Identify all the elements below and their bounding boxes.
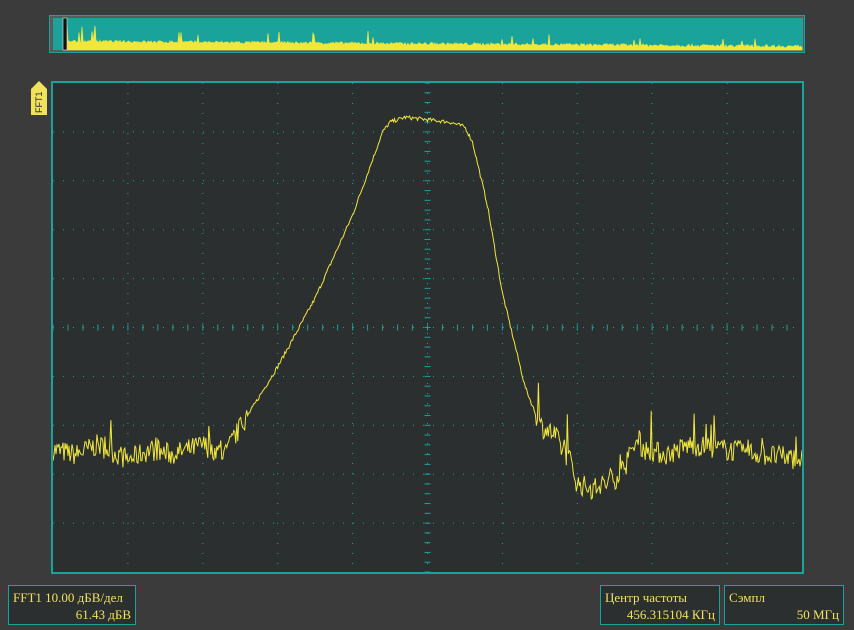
overview-strip[interactable] [49, 15, 805, 53]
center-frequency-value: 456.315104 КГц [626, 607, 715, 622]
channel-scale-line: FFT1 10.00 дБВ/дел [13, 589, 123, 606]
overview-window-marker[interactable] [62, 17, 68, 51]
sample-rate-label: Сэмпл [729, 590, 765, 605]
channel-offset-value: 61.43 дБВ [75, 607, 131, 622]
sample-rate-value: 50 МГц [796, 607, 839, 622]
center-frequency-label: Центр частоты [605, 590, 688, 605]
channel-scale-value: 10.00 дБВ/дел [45, 590, 123, 605]
channel-label: FFT1 [13, 590, 42, 605]
scope-screen[interactable] [51, 81, 804, 574]
fft-plot [53, 83, 802, 572]
overview-spectrum [53, 17, 803, 51]
fft1-channel-marker[interactable]: FFT1 [31, 81, 47, 115]
sample-rate-panel[interactable]: Сэмпл 50 МГц [724, 585, 844, 625]
center-frequency-panel[interactable]: Центр частоты 456.315104 КГц [600, 585, 720, 625]
channel-marker-flag: FFT1 [31, 81, 47, 115]
channel-marker-label: FFT1 [34, 92, 44, 114]
channel-scale-panel[interactable]: FFT1 10.00 дБВ/дел 61.43 дБВ [8, 585, 136, 625]
graticule [53, 83, 802, 572]
